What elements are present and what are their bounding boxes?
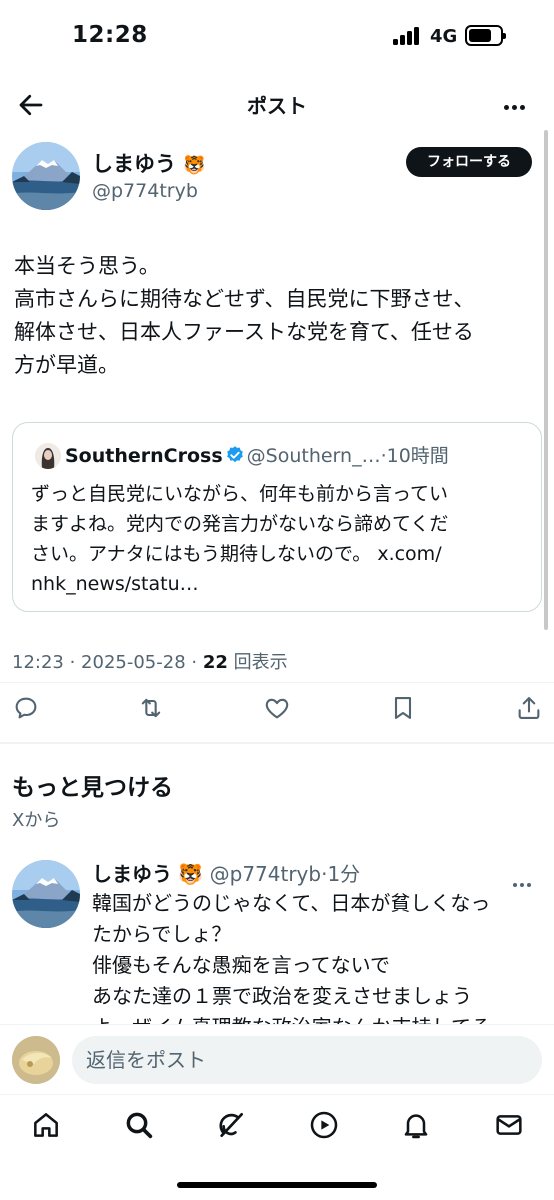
quote-header: SouthernCross @Southern_…·10時間 <box>65 441 449 468</box>
divider <box>0 682 554 683</box>
home-indicator <box>177 1182 377 1188</box>
bookmark-icon[interactable] <box>389 694 417 722</box>
tiger-emoji: 🐯 <box>183 155 206 176</box>
follow-button[interactable]: フォローする <box>406 147 532 177</box>
recommended-author-avatar[interactable] <box>12 860 80 928</box>
repost-icon[interactable] <box>137 694 165 722</box>
status-bar: 12:28 4G <box>0 0 554 78</box>
recommended-author-name[interactable]: しまゆう <box>92 862 172 886</box>
quote-text: ずっと自民党にいながら、何年も前から言ってい ますよね。党内での発言力がないなら… <box>31 483 449 595</box>
notifications-icon[interactable] <box>400 1109 432 1141</box>
recommended-post-header: しまゆう 🐯 @p774tryb·1分 <box>92 858 360 887</box>
post-text: 本当そう思う。 高市さんらに期待などせず、自民党に下野させ、 解体させ、日本人フ… <box>14 254 475 377</box>
home-icon[interactable] <box>30 1109 62 1141</box>
quote-author-handle: @Southern_… <box>246 445 381 467</box>
tiger-emoji: 🐯 <box>178 862 204 886</box>
quote-author-avatar <box>35 443 61 469</box>
post-meta: 12:23 · 2025-05-28 · 22 回表示 <box>12 648 288 674</box>
divider <box>0 742 554 744</box>
header: ポスト <box>0 78 554 132</box>
reply-bar: 返信をポスト <box>0 1024 554 1094</box>
more-options-icon[interactable] <box>504 102 528 113</box>
like-icon[interactable] <box>263 694 291 722</box>
video-icon[interactable] <box>308 1109 340 1141</box>
grok-icon[interactable] <box>215 1109 247 1141</box>
battery-icon <box>465 25 506 46</box>
status-time: 12:28 <box>72 22 148 48</box>
post-timestamp: 12:23 · 2025-05-28 · <box>12 652 203 673</box>
author-handle[interactable]: @p774tryb <box>92 180 198 202</box>
recommended-author-handle[interactable]: @p774tryb <box>210 862 321 886</box>
quoted-post[interactable]: SouthernCross @Southern_…·10時間 ずっと自民党にいなが… <box>12 422 542 612</box>
messages-icon[interactable] <box>493 1109 525 1141</box>
page-title: ポスト <box>247 94 307 118</box>
recommended-post-text[interactable]: 韓国がどうのじゃなくて、日本が貧しくなっ たからでしょ？ 俳優もそんな愚痴を言っ… <box>92 888 532 1026</box>
quote-time: ·10時間 <box>380 445 449 467</box>
verified-badge-icon <box>226 446 243 463</box>
author-name[interactable]: しまゆう 🐯 <box>92 148 206 178</box>
reply-input[interactable]: 返信をポスト <box>72 1036 542 1084</box>
views-count: 22 <box>202 652 228 673</box>
my-avatar[interactable] <box>12 1036 60 1084</box>
quote-author-name: SouthernCross <box>65 445 223 467</box>
share-icon[interactable] <box>515 694 543 722</box>
reply-icon[interactable] <box>12 694 40 722</box>
recommended-post-time: ·1分 <box>321 862 361 886</box>
network-label: 4G <box>430 26 458 47</box>
scrollbar[interactable] <box>544 130 548 630</box>
discover-title: もっと見つける <box>12 775 173 801</box>
views-label: 回表示 <box>227 652 288 673</box>
author-avatar[interactable] <box>12 142 80 210</box>
search-icon[interactable] <box>123 1109 155 1141</box>
discover-subtitle: Xから <box>12 810 61 831</box>
signal-icon <box>393 27 423 45</box>
